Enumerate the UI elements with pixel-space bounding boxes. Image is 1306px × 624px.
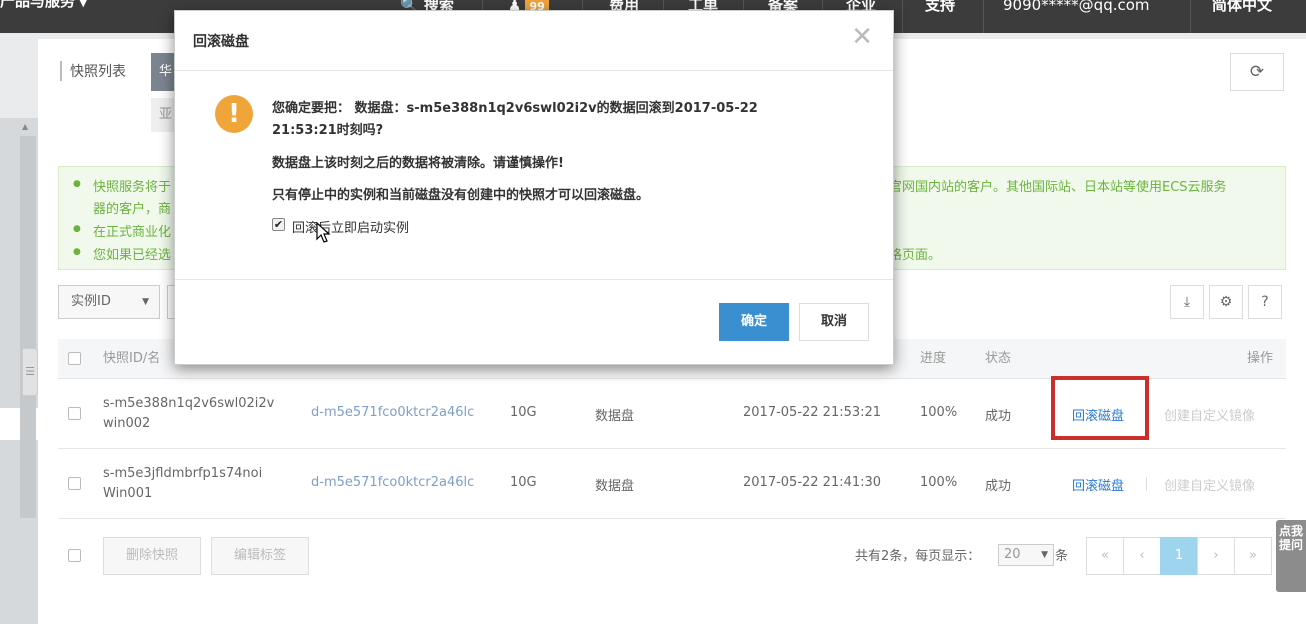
products-menu-label: 产品与服务	[0, 0, 76, 10]
chevron-down-icon: ▼	[1041, 550, 1048, 560]
warning-icon: !	[215, 95, 253, 133]
current-page-button[interactable]: 1	[1160, 537, 1198, 575]
last-page-button[interactable]: »	[1234, 537, 1272, 575]
rollback-disk-link[interactable]: 回滚磁盘	[1072, 405, 1124, 424]
dialog-footer-divider	[175, 279, 893, 280]
confirm-button[interactable]: 确定	[719, 303, 789, 341]
dialog-title: 回滚磁盘	[193, 34, 249, 50]
status: 成功	[985, 479, 1012, 494]
table-row: s-m5e3jfldmbrfp1s74noi Win001 d-m5e571fc…	[58, 449, 1286, 519]
created-time: 2017-05-22 21:41:30	[743, 475, 882, 490]
settings-button[interactable]: ⚙	[1209, 285, 1243, 319]
warning-message: 数据盘上该时刻之后的数据将被清除。请谨慎操作!	[272, 156, 564, 171]
disk-size: 10G	[510, 405, 537, 420]
filter-field-value: 实例ID	[71, 294, 111, 309]
delete-snapshot-button[interactable]: 删除快照	[103, 537, 201, 575]
table-footer: 删除快照 编辑标签 共有2条，每页显示： 20 ▼ 条 « ‹ 1 › »	[58, 519, 1286, 579]
snapshot-name: Win001	[103, 486, 153, 501]
account-menu[interactable]: 9090*****@qq.com	[1003, 0, 1150, 20]
snapshot-id: s-m5e3jfldmbrfp1s74noi	[103, 466, 263, 481]
confirm-message-line1: 您确定要把： 数据盘：s-m5e388n1q2v6swl02i2v的数据回滚到2…	[272, 101, 758, 116]
rollback-disk-link[interactable]: 回滚磁盘	[1072, 475, 1124, 494]
notice-text: 器的客户，商	[93, 202, 172, 217]
nav-divider	[1190, 0, 1191, 33]
export-icon: ⤓	[1183, 294, 1191, 310]
create-image-link[interactable]: 创建自定义镜像	[1164, 405, 1255, 424]
first-page-button[interactable]: «	[1086, 537, 1124, 575]
row-checkbox[interactable]	[68, 407, 81, 420]
disk-id-link[interactable]: d-m5e571fco0ktcr2a46lc	[311, 405, 474, 420]
page-title: 快照列表	[60, 61, 126, 81]
total-count-text: 共有2条，每页显示：	[855, 549, 981, 564]
notice-text: 在正式商业化	[93, 225, 172, 240]
refresh-button[interactable]: ⟳	[1230, 53, 1284, 91]
dialog-header: 回滚磁盘 ✕	[175, 11, 893, 71]
sidebar-top-area	[0, 33, 38, 118]
edit-tags-button[interactable]: 编辑标签	[211, 537, 309, 575]
notice-text: 您如果已经选	[93, 248, 172, 263]
bullet-icon: ●	[73, 247, 81, 257]
filter-field-select[interactable]: 实例ID ▼	[58, 285, 160, 319]
nav-divider	[983, 0, 984, 33]
disk-size: 10G	[510, 475, 537, 490]
page-size-value: 20	[1004, 547, 1021, 562]
close-icon[interactable]: ✕	[851, 24, 873, 50]
sidebar-collapse-handle[interactable]: ☰	[22, 348, 38, 396]
start-instance-label[interactable]: 回滚后立即启动实例	[292, 217, 409, 236]
action-divider	[1146, 477, 1147, 491]
disk-type: 数据盘	[595, 409, 635, 424]
cursor-icon	[316, 222, 331, 243]
disk-type: 数据盘	[595, 479, 635, 494]
refresh-icon: ⟳	[1249, 62, 1265, 82]
notice-text: 官网国内站的客户。其他国际站、日本站等使用ECS云服务	[889, 180, 1227, 195]
header-actions: 操作	[1247, 351, 1274, 366]
snapshot-name: win002	[103, 416, 151, 431]
scroll-up-icon[interactable]: ▲	[22, 122, 28, 131]
snapshot-id-name: s-m5e3jfldmbrfp1s74noi Win001	[103, 464, 262, 504]
help-button[interactable]: ?	[1248, 285, 1282, 319]
snapshot-id: s-m5e388n1q2v6swl02i2v	[103, 396, 275, 411]
nav-divider	[902, 0, 903, 33]
page-size-select[interactable]: 20 ▼	[998, 544, 1054, 566]
products-menu[interactable]: 产品与服务 ▼	[0, 0, 87, 11]
nav-support[interactable]: 支持	[925, 0, 955, 20]
row-checkbox[interactable]	[68, 477, 81, 490]
chevron-down-icon: ▼	[79, 0, 88, 9]
progress: 100%	[920, 475, 958, 490]
header-id-name: 快照ID/名	[103, 351, 161, 366]
notice-text: 快照服务将于	[93, 180, 172, 195]
prev-page-button[interactable]: ‹	[1123, 537, 1161, 575]
chevron-down-icon: ▼	[142, 297, 149, 307]
created-time: 2017-05-22 21:53:21	[743, 405, 882, 420]
sidebar-scrollbar[interactable]	[20, 136, 36, 518]
export-button[interactable]: ⤓	[1170, 285, 1204, 319]
disk-id-link[interactable]: d-m5e571fco0ktcr2a46lc	[311, 475, 474, 490]
feedback-button[interactable]: 点我提问	[1276, 520, 1306, 592]
header-status: 状态	[985, 351, 1012, 366]
bullet-icon: ●	[73, 224, 81, 234]
rollback-disk-dialog: 回滚磁盘 ✕ ! 您确定要把： 数据盘：s-m5e388n1q2v6swl02i…	[174, 10, 894, 365]
confirm-message-line2: 21:53:21时刻吗?	[272, 123, 384, 138]
start-instance-checkbox[interactable]: ✔	[272, 218, 285, 231]
snapshot-id-name: s-m5e388n1q2v6swl02i2v win002	[103, 394, 274, 434]
next-page-button[interactable]: ›	[1197, 537, 1235, 575]
status: 成功	[985, 409, 1012, 424]
select-all-checkbox[interactable]	[68, 352, 81, 365]
language-menu[interactable]: 简体中文	[1212, 0, 1272, 20]
cancel-button[interactable]: 取消	[799, 303, 869, 341]
header-progress: 进度	[920, 351, 947, 366]
help-icon: ?	[1261, 294, 1269, 310]
table-row: s-m5e388n1q2v6swl02i2v win002 d-m5e571fc…	[58, 376, 1286, 449]
page-size-unit: 条	[1055, 549, 1069, 564]
bullet-icon: ●	[73, 179, 81, 189]
progress: 100%	[920, 405, 958, 420]
footer-select-all-checkbox[interactable]	[68, 549, 81, 562]
create-image-link[interactable]: 创建自定义镜像	[1164, 475, 1255, 494]
requirement-message: 只有停止中的实例和当前磁盘没有创建中的快照才可以回滚磁盘。	[272, 188, 650, 203]
notice-text: 格页面。	[889, 248, 942, 263]
gear-icon: ⚙	[1219, 294, 1233, 310]
